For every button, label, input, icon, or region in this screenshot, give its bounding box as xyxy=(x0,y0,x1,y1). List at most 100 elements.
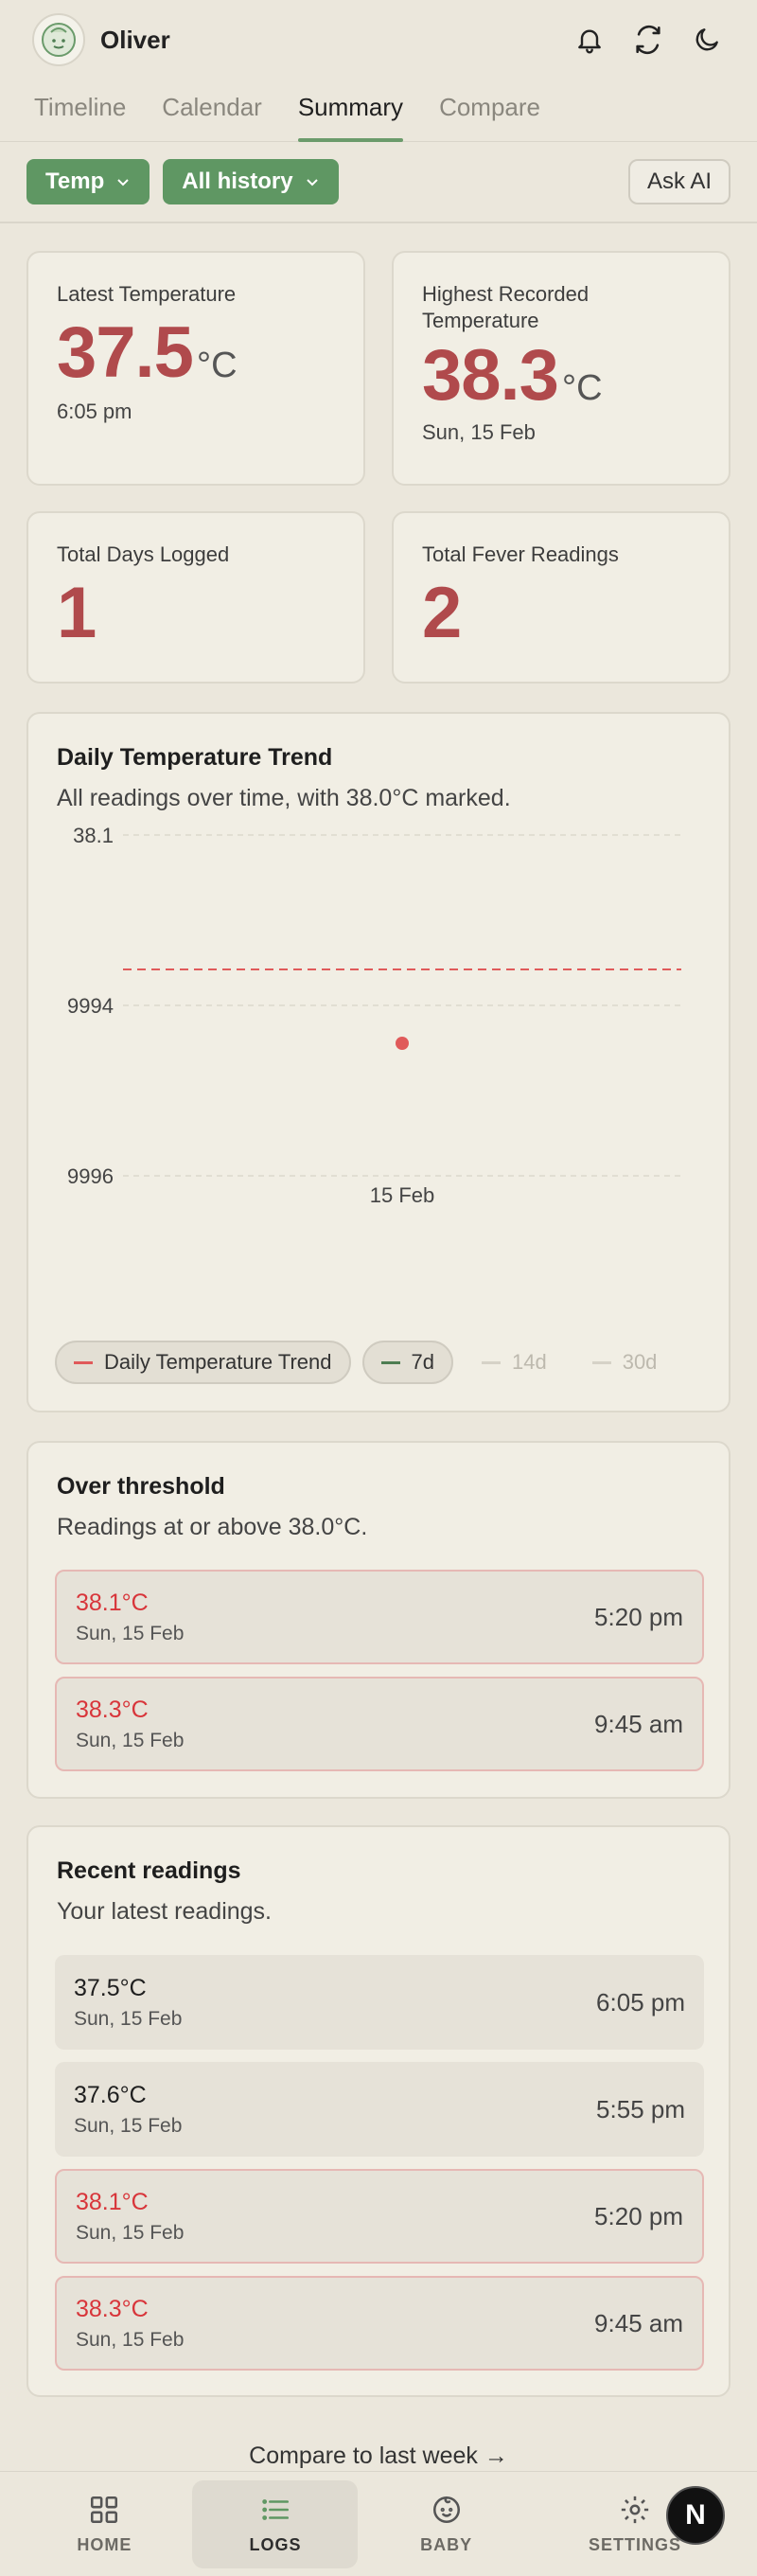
reading-time: 5:55 pm xyxy=(596,2094,685,2123)
total-days-label: Total Days Logged xyxy=(57,542,230,566)
legend-swatch xyxy=(74,1360,93,1364)
total-days-value: 1 xyxy=(57,573,97,653)
fever-readings-label: Total Fever Readings xyxy=(422,542,619,566)
chevron-down-icon xyxy=(117,179,129,187)
nav-label: LOGS xyxy=(249,2534,302,2554)
legend-swatch xyxy=(380,1360,400,1364)
trend-legend: Daily Temperature Trend 7d 14d 30d xyxy=(55,1341,674,1384)
reading-time: 5:20 pm xyxy=(594,1602,683,1631)
baby-face-icon xyxy=(432,2496,460,2523)
trend-title: Daily Temperature Trend xyxy=(57,744,333,771)
latest-temperature-label: Latest Temperature xyxy=(57,282,237,306)
trend-subtitle: All readings over time, with 38.0°C mark… xyxy=(57,785,511,811)
reading-time: 5:20 pm xyxy=(594,2201,683,2230)
refresh-icon[interactable] xyxy=(630,22,666,58)
threshold-title: Over threshold xyxy=(57,1473,225,1500)
reading-row[interactable]: 38.3°C Sun, 15 Feb 9:45 am xyxy=(55,2276,704,2371)
highest-temperature-unit: °C xyxy=(561,368,603,408)
reading-time: 9:45 am xyxy=(594,1709,683,1738)
moon-icon[interactable] xyxy=(689,22,725,58)
metric-dropdown[interactable]: Temp xyxy=(26,159,150,204)
baby-name: Oliver xyxy=(100,25,170,54)
highest-temperature-card: Highest Recorded Temperature 38.3 °C Sun… xyxy=(392,251,731,486)
tab-timeline[interactable]: Timeline xyxy=(34,80,126,142)
range-dropdown[interactable]: All history xyxy=(163,159,339,204)
legend-label: Daily Temperature Trend xyxy=(104,1350,332,1374)
metric-dropdown-label: Temp xyxy=(45,169,105,194)
legend-label: 7d xyxy=(411,1350,434,1374)
filter-divider xyxy=(0,222,757,223)
ask-ai-button[interactable]: Ask AI xyxy=(627,159,731,204)
nav-label: HOME xyxy=(77,2534,132,2554)
filter-bar: Temp All history Ask AI xyxy=(26,159,731,204)
reading-temp: 37.5°C xyxy=(74,1974,147,2001)
reading-temp: 38.1°C xyxy=(76,1589,149,1616)
tab-compare[interactable]: Compare xyxy=(439,80,540,142)
y-tick-label: 9994 xyxy=(67,994,114,1018)
legend-label: 30d xyxy=(622,1350,658,1374)
fever-readings-card: Total Fever Readings 2 xyxy=(392,511,731,684)
highest-temperature-value: 38.3 xyxy=(422,335,559,416)
data-point xyxy=(396,1037,409,1050)
y-tick-label: 38.1 xyxy=(73,824,114,847)
grid-icon xyxy=(91,2496,118,2523)
temperature-trend-card: Daily Temperature Trend All readings ove… xyxy=(26,712,731,1412)
legend-7d[interactable]: 7d xyxy=(361,1341,453,1384)
latest-temperature-unit: °C xyxy=(196,346,238,385)
reading-temp: 38.1°C xyxy=(76,2188,149,2215)
legend-14d[interactable]: 14d xyxy=(465,1341,564,1384)
reading-date: Sun, 15 Feb xyxy=(76,1622,185,1644)
threshold-subtitle: Readings at or above 38.0°C. xyxy=(57,1514,368,1540)
trend-chart[interactable]: 38.1 9994 9996 15 Feb xyxy=(57,818,704,1310)
legend-30d[interactable]: 30d xyxy=(575,1341,675,1384)
y-tick-label: 9996 xyxy=(67,1164,114,1188)
list-icon xyxy=(262,2498,289,2520)
dev-tools-button[interactable]: N xyxy=(666,2486,725,2545)
latest-temperature-card: Latest Temperature 37.5 °C 6:05 pm xyxy=(26,251,365,486)
reading-date: Sun, 15 Feb xyxy=(76,2328,185,2351)
highest-temperature-date: Sun, 15 Feb xyxy=(422,420,536,444)
highest-temperature-label: Highest Recorded Temperature xyxy=(422,282,590,332)
baby-avatar[interactable] xyxy=(32,13,85,66)
reading-temp: 37.6°C xyxy=(74,2081,147,2108)
legend-label: 14d xyxy=(511,1350,547,1374)
view-tabs: Timeline Calendar Summary Compare xyxy=(0,80,757,142)
app-header: Oliver xyxy=(0,0,757,80)
nav-baby[interactable]: BABY xyxy=(361,2472,532,2576)
reading-time: 6:05 pm xyxy=(596,1987,685,2016)
latest-temperature-value: 37.5 xyxy=(57,312,194,393)
chevron-down-icon xyxy=(306,179,318,187)
recent-title: Recent readings xyxy=(57,1857,241,1884)
reading-temp: 38.3°C xyxy=(76,2295,149,2322)
tab-calendar[interactable]: Calendar xyxy=(162,80,262,142)
x-tick-label: 15 Feb xyxy=(370,1183,435,1207)
reading-row[interactable]: 38.1°C Sun, 15 Feb 5:20 pm xyxy=(55,2169,704,2264)
nav-label: SETTINGS xyxy=(588,2534,681,2554)
baby-face-icon xyxy=(42,23,76,57)
gear-icon xyxy=(621,2496,649,2523)
legend-daily-trend[interactable]: Daily Temperature Trend xyxy=(55,1341,351,1384)
threshold-row[interactable]: 38.3°C Sun, 15 Feb 9:45 am xyxy=(55,1677,704,1771)
nav-logs[interactable]: LOGS xyxy=(190,2472,361,2576)
fever-readings-value: 2 xyxy=(422,573,462,653)
total-days-card: Total Days Logged 1 xyxy=(26,511,365,684)
nav-label: BABY xyxy=(420,2534,473,2554)
bell-icon[interactable] xyxy=(572,22,607,58)
reading-row[interactable]: 37.6°C Sun, 15 Feb 5:55 pm xyxy=(55,2062,704,2157)
threshold-row[interactable]: 38.1°C Sun, 15 Feb 5:20 pm xyxy=(55,1570,704,1664)
compare-last-week-link[interactable]: Compare to last week → xyxy=(0,2443,757,2470)
legend-swatch xyxy=(481,1360,501,1364)
reading-time: 9:45 am xyxy=(594,2308,683,2337)
recent-readings-card: Recent readings Your latest readings. 37… xyxy=(26,1825,731,2397)
bottom-nav: HOME LOGS BABY SETTINGS xyxy=(0,2471,757,2576)
over-threshold-card: Over threshold Readings at or above 38.0… xyxy=(26,1441,731,1799)
reading-date: Sun, 15 Feb xyxy=(76,1729,185,1751)
reading-date: Sun, 15 Feb xyxy=(74,2114,183,2137)
reading-temp: 38.3°C xyxy=(76,1696,149,1723)
legend-swatch xyxy=(591,1360,611,1364)
reading-row[interactable]: 37.5°C Sun, 15 Feb 6:05 pm xyxy=(55,1955,704,2050)
recent-subtitle: Your latest readings. xyxy=(57,1898,273,1925)
tab-summary[interactable]: Summary xyxy=(297,80,404,142)
reading-date: Sun, 15 Feb xyxy=(76,2221,185,2244)
nav-home[interactable]: HOME xyxy=(19,2472,190,2576)
